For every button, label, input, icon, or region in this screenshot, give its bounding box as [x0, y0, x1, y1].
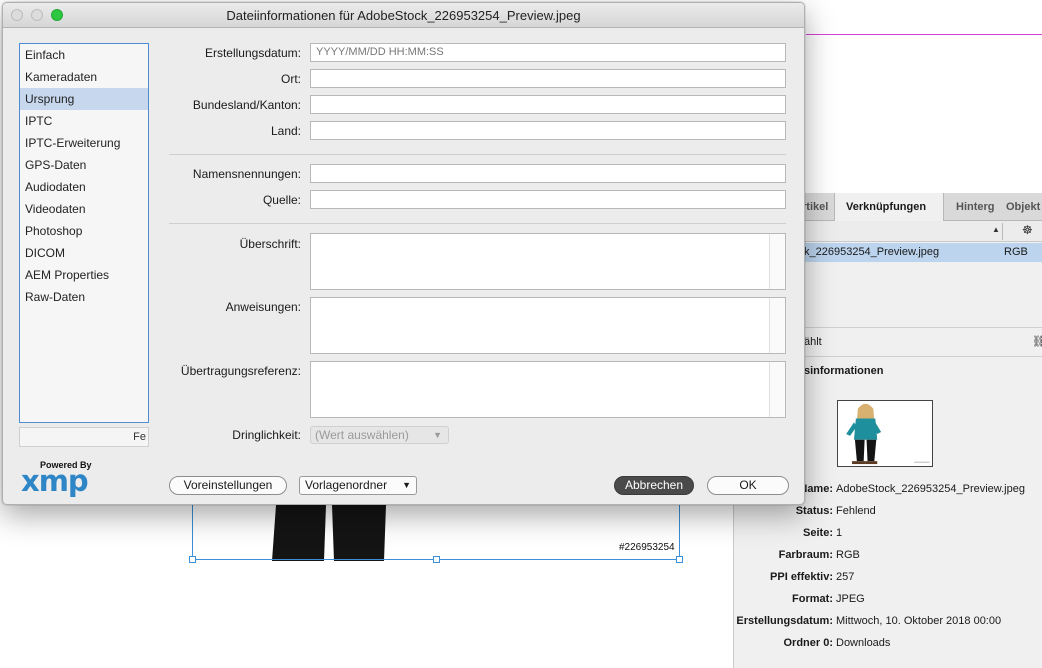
- link-chain-icon[interactable]: ⛓: [1032, 328, 1042, 357]
- prop-row: Ordner 0: Downloads: [783, 637, 891, 649]
- ok-button[interactable]: OK: [707, 476, 789, 495]
- prop-row: PPI effektiv: 257: [770, 571, 855, 583]
- textarea-scrollbar[interactable]: [769, 362, 785, 417]
- label-quelle: Quelle:: [262, 193, 301, 207]
- prop-row: Erstellungsdatum: Mittwoch, 10. Oktober 2…: [736, 615, 1002, 627]
- label-anweisungen: Anweisungen:: [225, 300, 301, 314]
- tab-hintergrund[interactable]: Hinterg: [956, 193, 998, 221]
- section-divider: [169, 154, 786, 155]
- xmp-logo: Powered By xmp: [19, 460, 95, 498]
- sort-ascending-icon[interactable]: ▲: [992, 225, 1000, 234]
- erstellungsdatum-input[interactable]: YYYY/MM/DD HH:MM:SS: [310, 43, 786, 62]
- chevron-down-icon: ▼: [402, 480, 411, 490]
- anweisungen-textarea[interactable]: [310, 297, 786, 354]
- tab-objekt[interactable]: Objekt: [1006, 193, 1042, 221]
- textarea-scrollbar[interactable]: [769, 298, 785, 353]
- dringlichkeit-select[interactable]: (Wert auswählen) ▼: [310, 426, 449, 444]
- textarea-scrollbar[interactable]: [769, 234, 785, 289]
- frame-handle[interactable]: [433, 556, 440, 563]
- prop-row: Seite: 1: [803, 527, 843, 539]
- link-name: k_226953254_Preview.jpeg: [804, 246, 940, 258]
- prop-row: Farbraum: RGB: [778, 549, 860, 561]
- quelle-input[interactable]: [310, 190, 786, 209]
- selected-image-frame[interactable]: [189, 505, 683, 563]
- selection-status-text: ählt: [804, 336, 822, 348]
- label-bundesland: Bundesland/Kanton:: [192, 98, 301, 112]
- prop-row: Status: Fehlend: [795, 505, 876, 517]
- land-input[interactable]: [310, 121, 786, 140]
- vorlagenordner-popup[interactable]: Vorlagenordner ▼: [299, 476, 417, 495]
- label-ueberschrift: Überschrift:: [239, 237, 301, 251]
- abbrechen-button[interactable]: Abbrechen: [614, 476, 694, 495]
- label-ort: Ort:: [281, 72, 301, 86]
- ueberschrift-textarea[interactable]: [310, 233, 786, 290]
- uebertragungsreferenz-textarea[interactable]: [310, 361, 786, 418]
- label-namensnennungen: Namensnennungen:: [192, 167, 301, 181]
- color-space-icon[interactable]: ☸: [1022, 223, 1033, 237]
- ort-input[interactable]: [310, 69, 786, 88]
- tab-artikel[interactable]: rtikel: [802, 193, 834, 221]
- chevron-down-icon: ▼: [433, 430, 442, 440]
- tab-verknuepfungen[interactable]: Verknüpfungen: [834, 193, 944, 222]
- link-colorspace: RGB: [1004, 246, 1028, 258]
- frame-handle[interactable]: [676, 556, 683, 563]
- label-erstellungsdatum: Erstellungsdatum:: [204, 46, 301, 60]
- label-uebertragungsreferenz: Übertragungsreferenz:: [180, 364, 301, 378]
- bundesland-input[interactable]: [310, 95, 786, 114]
- frame-handle[interactable]: [189, 556, 196, 563]
- namensnennungen-input[interactable]: [310, 164, 786, 183]
- label-dringlichkeit: Dringlichkeit:: [232, 428, 301, 442]
- link-thumbnail: [837, 400, 933, 467]
- field-labels: Erstellungsdatum: Ort: Bundesland/Kanton…: [101, 3, 301, 463]
- section-divider: [169, 223, 786, 224]
- file-info-dialog: Dateiinformationen für AdobeStock_226953…: [2, 2, 805, 505]
- label-land: Land:: [270, 124, 301, 138]
- voreinstellungen-button[interactable]: Voreinstellungen: [169, 476, 287, 495]
- xmp-logo-text: xmp: [21, 464, 89, 498]
- frame-id-label: #226953254: [619, 542, 675, 553]
- prop-row: Format: JPEG: [792, 593, 865, 605]
- page-guide-line: [806, 34, 1042, 35]
- link-info-title: sinformationen: [804, 365, 884, 377]
